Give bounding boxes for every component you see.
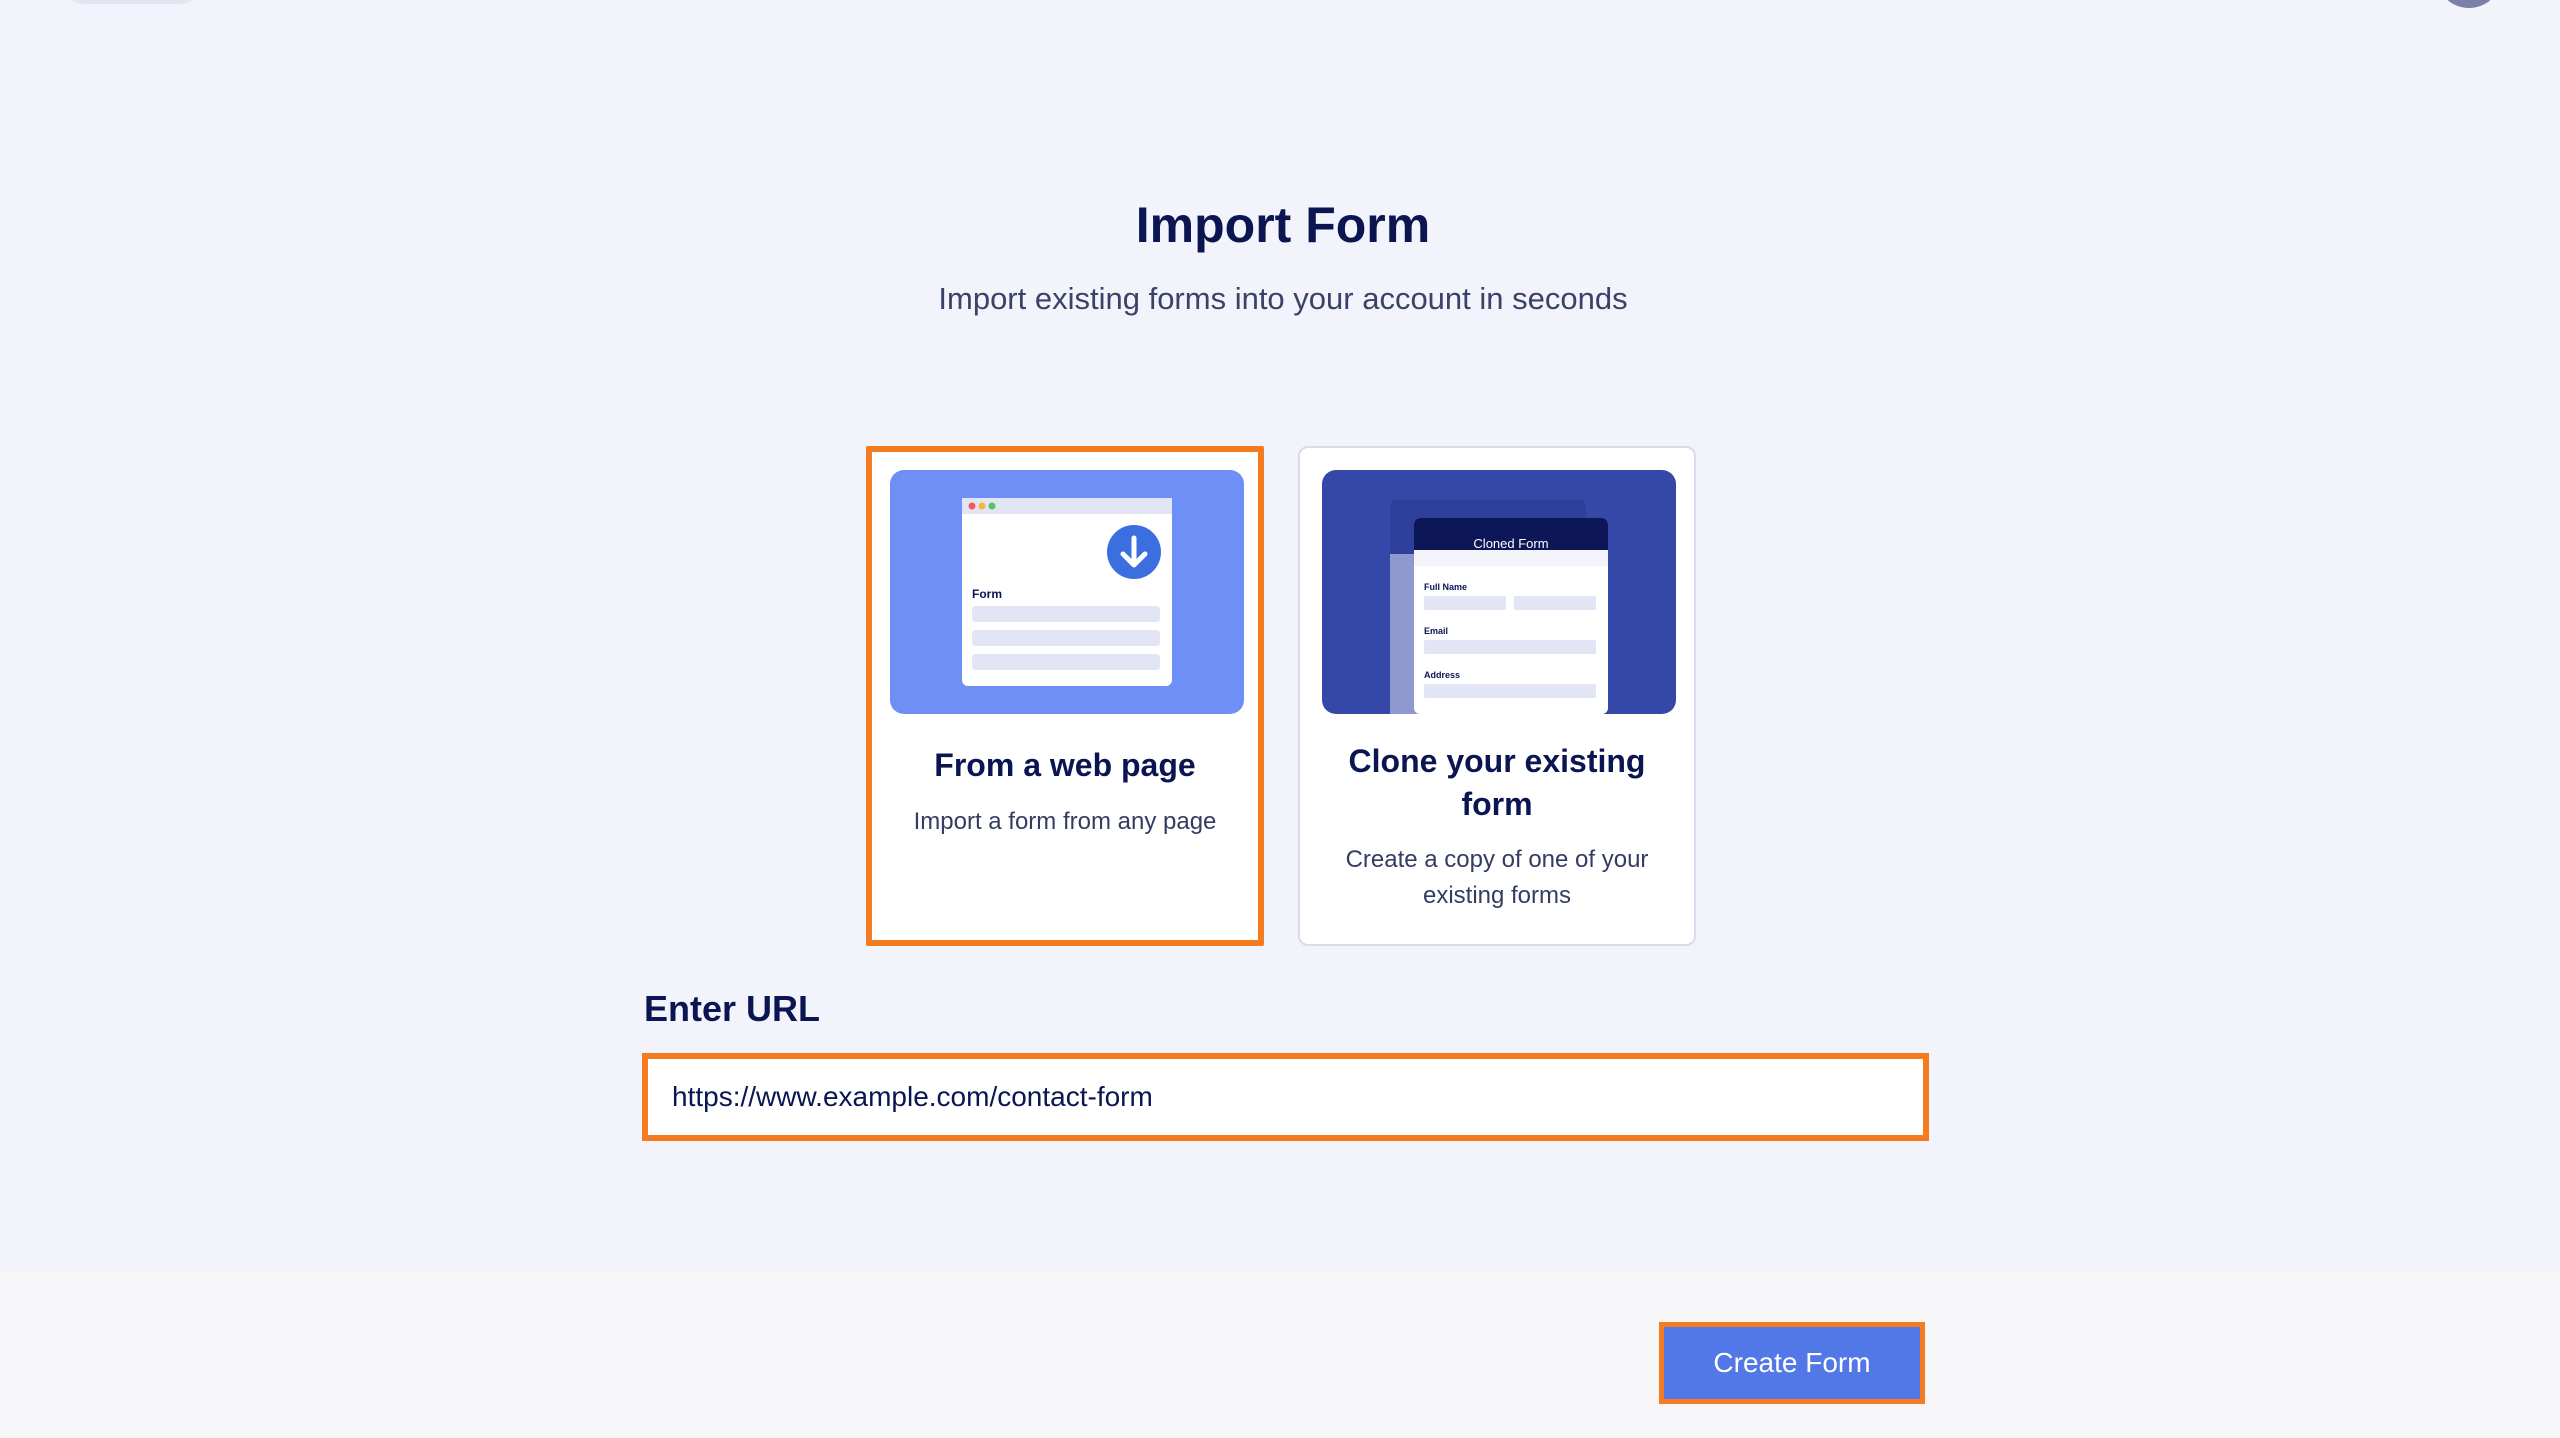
footer-bar (0, 1272, 2560, 1438)
create-form-button[interactable]: Create Form (1659, 1322, 1925, 1404)
url-input[interactable] (642, 1053, 1929, 1141)
option-description: Create a copy of one of your existing fo… (1345, 846, 1649, 909)
option-title: Clone your existing form (1348, 743, 1646, 822)
illus-field-fullname: Full Name (1424, 582, 1467, 592)
option-web-page-card[interactable]: Form From a web page Import a form from … (866, 446, 1264, 946)
page-subtitle: Import existing forms into your account … (938, 281, 1628, 316)
clone-form-illustration: Cloned Form Full Name Email Address (1322, 470, 1676, 714)
option-description: Import a form from any page (913, 808, 1217, 835)
download-arrow-icon (1107, 525, 1161, 579)
import-form-page: Import Form Import existing forms into y… (0, 0, 2560, 1438)
page-title: Import Form (1135, 197, 1431, 253)
illus-field-email: Email (1424, 626, 1448, 636)
web-page-illustration: Form (890, 470, 1244, 714)
back-pill[interactable] (62, 0, 202, 4)
illus-form-label: Form (972, 587, 1002, 601)
url-label: Enter URL (644, 988, 821, 1029)
illus-cloned-form-header: Cloned Form (1473, 536, 1548, 551)
illus-field-address: Address (1424, 670, 1460, 680)
avatar[interactable] (2436, 0, 2502, 8)
option-clone-form-card[interactable]: Cloned Form Full Name Email Address Clon… (1298, 446, 1696, 946)
option-title: From a web page (934, 747, 1196, 783)
